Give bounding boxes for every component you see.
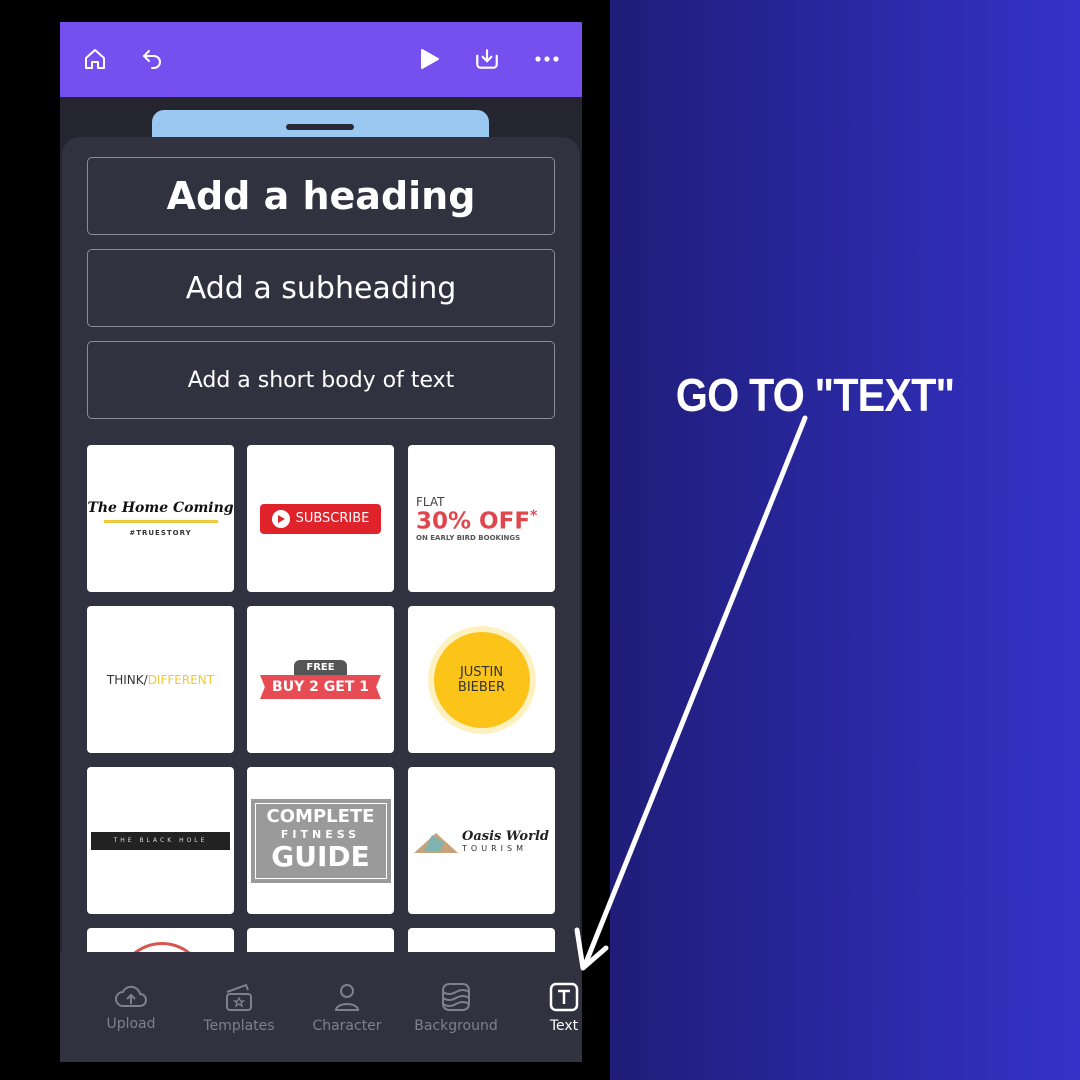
arrow-pointer	[574, 415, 808, 971]
